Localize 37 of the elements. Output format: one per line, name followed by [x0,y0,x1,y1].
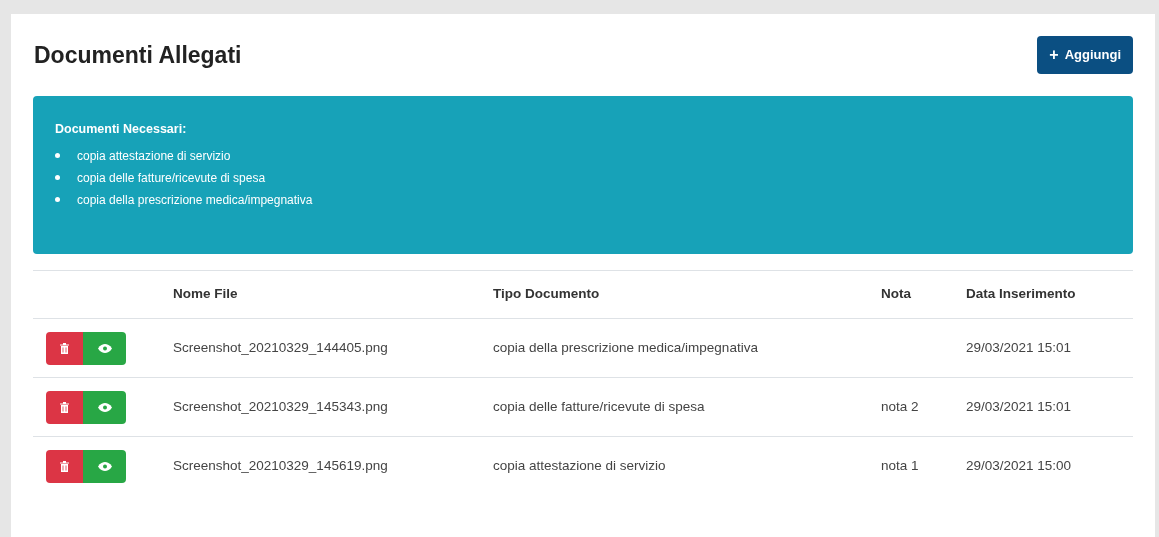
bullet-icon [55,175,60,181]
note-text: nota 1 [881,458,919,474]
trash-icon [60,342,69,354]
trash-icon [60,461,69,472]
page-title: Documenti Allegati [34,40,242,70]
file-name: Screenshot_20210329_144405.png [173,338,389,357]
required-document: copia attestazione di servizio [77,147,231,165]
insert-date: 29/03/2021 15:00 [966,457,1073,476]
column-header: Nota [881,285,912,304]
required-document: copia delle fatture/ricevute di spesa [77,169,266,187]
insert-date: 29/03/2021 15:01 [966,338,1073,357]
delete-button[interactable] [46,390,83,424]
bullet-icon [55,153,60,159]
eye-icon [97,402,112,412]
bullet-icon [55,197,60,203]
eye-icon [97,343,112,353]
view-button[interactable] [83,331,126,365]
file-name: Screenshot_20210329_145619.png [173,457,389,476]
required-document: copia della prescrizione medica/impegnativa [77,191,313,209]
document-type: copia della prescrizione medica/impegnativa [493,338,759,357]
document-type: copia attestazione di servizio [493,457,667,476]
delete-button[interactable] [46,331,83,365]
column-header: Data Inserimento [966,285,1077,304]
add-button[interactable]: + Aggiungi [1037,36,1133,74]
note-text: nota 2 [881,398,919,414]
document-type: copia delle fatture/ricevute di spesa [493,397,706,416]
plus-icon: + [1049,47,1059,63]
view-button[interactable] [83,450,126,483]
file-name: Screenshot_20210329_145343.png [173,397,389,416]
alert-heading: Documenti Necessari: [55,121,188,138]
column-header: Tipo Documento [493,285,601,304]
column-header: Nome File [173,285,239,304]
delete-button[interactable] [46,450,83,483]
insert-date: 29/03/2021 15:01 [966,397,1073,416]
eye-icon [97,462,112,471]
trash-icon [60,401,69,413]
view-button[interactable] [83,390,126,424]
